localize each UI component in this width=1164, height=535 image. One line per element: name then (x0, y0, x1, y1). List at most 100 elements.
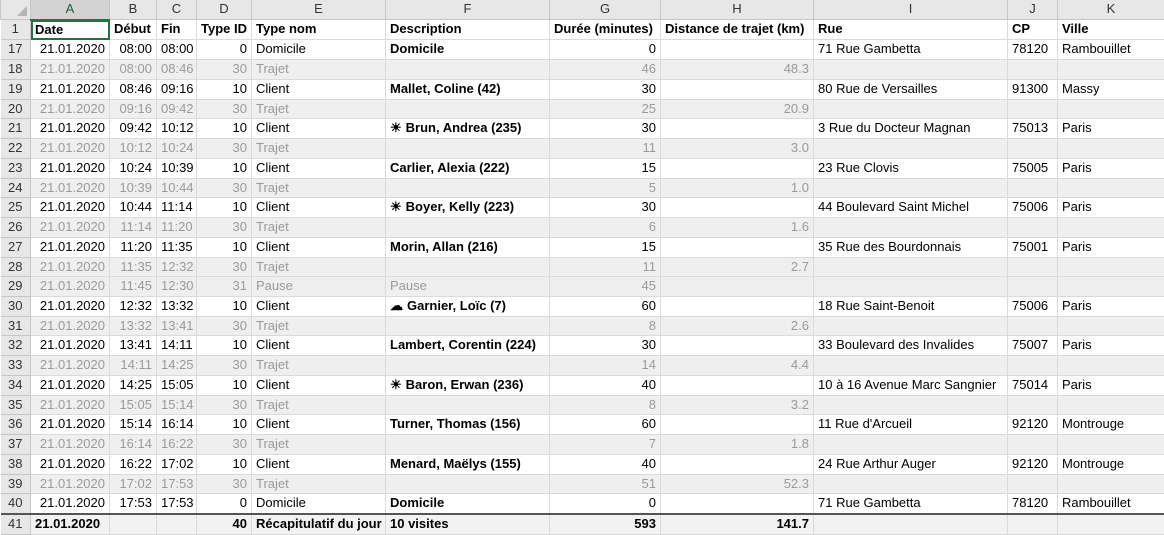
cell-description[interactable] (386, 60, 550, 80)
cell-ville[interactable]: Paris (1058, 297, 1164, 317)
cell-duree[interactable]: 15 (550, 237, 661, 257)
cell-type-id[interactable]: 30 (197, 178, 252, 198)
cell-distance[interactable] (661, 297, 814, 317)
cell-fin[interactable]: 15:14 (157, 395, 197, 415)
column-header-f[interactable]: F (386, 0, 550, 20)
cell-date[interactable]: 21.01.2020 (31, 356, 110, 376)
cell-date[interactable]: 21.01.2020 (31, 119, 110, 139)
cell-distance[interactable] (661, 237, 814, 257)
cell-cp[interactable]: 75006 (1008, 198, 1058, 218)
cell-debut[interactable]: 09:42 (110, 119, 157, 139)
cell-fin[interactable]: 16:14 (157, 415, 197, 435)
cell-ville[interactable] (1058, 139, 1164, 159)
cell-distance[interactable] (661, 119, 814, 139)
cell-type-nom[interactable]: Client (252, 119, 386, 139)
cell-rue[interactable] (814, 395, 1008, 415)
cell-rue[interactable]: 71 Rue Gambetta (814, 494, 1008, 514)
row-number[interactable]: 39 (1, 474, 31, 494)
cell-type-nom[interactable]: Domicile (252, 40, 386, 60)
cell-distance[interactable]: 1.0 (661, 178, 814, 198)
cell-type-id[interactable]: 0 (197, 40, 252, 60)
row-number[interactable]: 24 (1, 178, 31, 198)
header-description[interactable]: Description (386, 20, 550, 40)
cell-type-id[interactable]: 30 (197, 435, 252, 455)
cell-type-id[interactable]: 10 (197, 237, 252, 257)
cell-distance[interactable]: 2.7 (661, 257, 814, 277)
cell-cp[interactable] (1008, 277, 1058, 297)
cell-date[interactable]: 21.01.2020 (31, 198, 110, 218)
cell-type-id[interactable]: 10 (197, 297, 252, 317)
cell-distance[interactable]: 1.6 (661, 218, 814, 238)
column-header-a[interactable]: A (31, 0, 110, 20)
cell-type-id[interactable]: 30 (197, 356, 252, 376)
header-debut[interactable]: Début (110, 20, 157, 40)
cell-duree[interactable]: 0 (550, 494, 661, 514)
cell-fin[interactable]: 08:46 (157, 60, 197, 80)
header-ville[interactable]: Ville (1058, 20, 1164, 40)
cell-cp[interactable] (1008, 474, 1058, 494)
cell-type-nom[interactable]: Pause (252, 277, 386, 297)
total-cp[interactable] (1008, 514, 1058, 534)
row-number[interactable]: 35 (1, 395, 31, 415)
cell-description[interactable]: Menard, Maëlys (155) (386, 454, 550, 474)
header-type-id[interactable]: Type ID (197, 20, 252, 40)
row-number[interactable]: 19 (1, 79, 31, 99)
cell-fin[interactable]: 11:14 (157, 198, 197, 218)
cell-cp[interactable] (1008, 99, 1058, 119)
cell-fin[interactable]: 17:02 (157, 454, 197, 474)
cell-date[interactable]: 21.01.2020 (31, 316, 110, 336)
cell-rue[interactable]: 44 Boulevard Saint Michel (814, 198, 1008, 218)
column-header-c[interactable]: C (157, 0, 197, 20)
cell-distance[interactable]: 4.4 (661, 356, 814, 376)
row-number[interactable]: 36 (1, 415, 31, 435)
cell-fin[interactable]: 09:16 (157, 79, 197, 99)
cell-ville[interactable] (1058, 178, 1164, 198)
cell-debut[interactable]: 11:35 (110, 257, 157, 277)
column-header-d[interactable]: D (197, 0, 252, 20)
cell-ville[interactable] (1058, 218, 1164, 238)
total-duree[interactable]: 593 (550, 514, 661, 534)
total-debut[interactable] (110, 514, 157, 534)
cell-type-id[interactable]: 30 (197, 139, 252, 159)
cell-ville[interactable] (1058, 356, 1164, 376)
total-type-id[interactable]: 40 (197, 514, 252, 534)
cell-description[interactable]: ☁Garnier, Loïc (7) (386, 297, 550, 317)
column-header-h[interactable]: H (661, 0, 814, 20)
cell-description[interactable]: ☀Baron, Erwan (236) (386, 375, 550, 395)
header-rue[interactable]: Rue (814, 20, 1008, 40)
cell-rue[interactable]: 11 Rue d'Arcueil (814, 415, 1008, 435)
cell-distance[interactable] (661, 198, 814, 218)
column-header-k[interactable]: K (1058, 0, 1164, 20)
cell-duree[interactable]: 8 (550, 395, 661, 415)
cell-distance[interactable]: 52.3 (661, 474, 814, 494)
cell-debut[interactable]: 13:41 (110, 336, 157, 356)
cell-description[interactable]: Lambert, Corentin (224) (386, 336, 550, 356)
cell-rue[interactable]: 24 Rue Arthur Auger (814, 454, 1008, 474)
cell-description[interactable]: ☀Boyer, Kelly (223) (386, 198, 550, 218)
cell-cp[interactable] (1008, 435, 1058, 455)
cell-ville[interactable] (1058, 435, 1164, 455)
cell-ville[interactable]: Montrouge (1058, 415, 1164, 435)
cell-ville[interactable]: Paris (1058, 237, 1164, 257)
cell-date[interactable]: 21.01.2020 (31, 257, 110, 277)
cell-date[interactable]: 21.01.2020 (31, 237, 110, 257)
cell-ville[interactable] (1058, 257, 1164, 277)
cell-type-nom[interactable]: Trajet (252, 139, 386, 159)
row-number[interactable]: 22 (1, 139, 31, 159)
cell-date[interactable]: 21.01.2020 (31, 99, 110, 119)
cell-type-id[interactable]: 10 (197, 198, 252, 218)
total-description[interactable]: 10 visites (386, 514, 550, 534)
header-duree[interactable]: Durée (minutes) (550, 20, 661, 40)
cell-cp[interactable]: 92120 (1008, 454, 1058, 474)
cell-cp[interactable] (1008, 316, 1058, 336)
cell-distance[interactable]: 48.3 (661, 60, 814, 80)
cell-ville[interactable] (1058, 277, 1164, 297)
cell-description[interactable] (386, 316, 550, 336)
row-number[interactable]: 21 (1, 119, 31, 139)
cell-cp[interactable]: 78120 (1008, 40, 1058, 60)
cell-type-nom[interactable]: Trajet (252, 178, 386, 198)
cell-ville[interactable] (1058, 316, 1164, 336)
row-number[interactable]: 41 (1, 514, 31, 534)
cell-type-id[interactable]: 10 (197, 158, 252, 178)
cell-fin[interactable]: 16:22 (157, 435, 197, 455)
